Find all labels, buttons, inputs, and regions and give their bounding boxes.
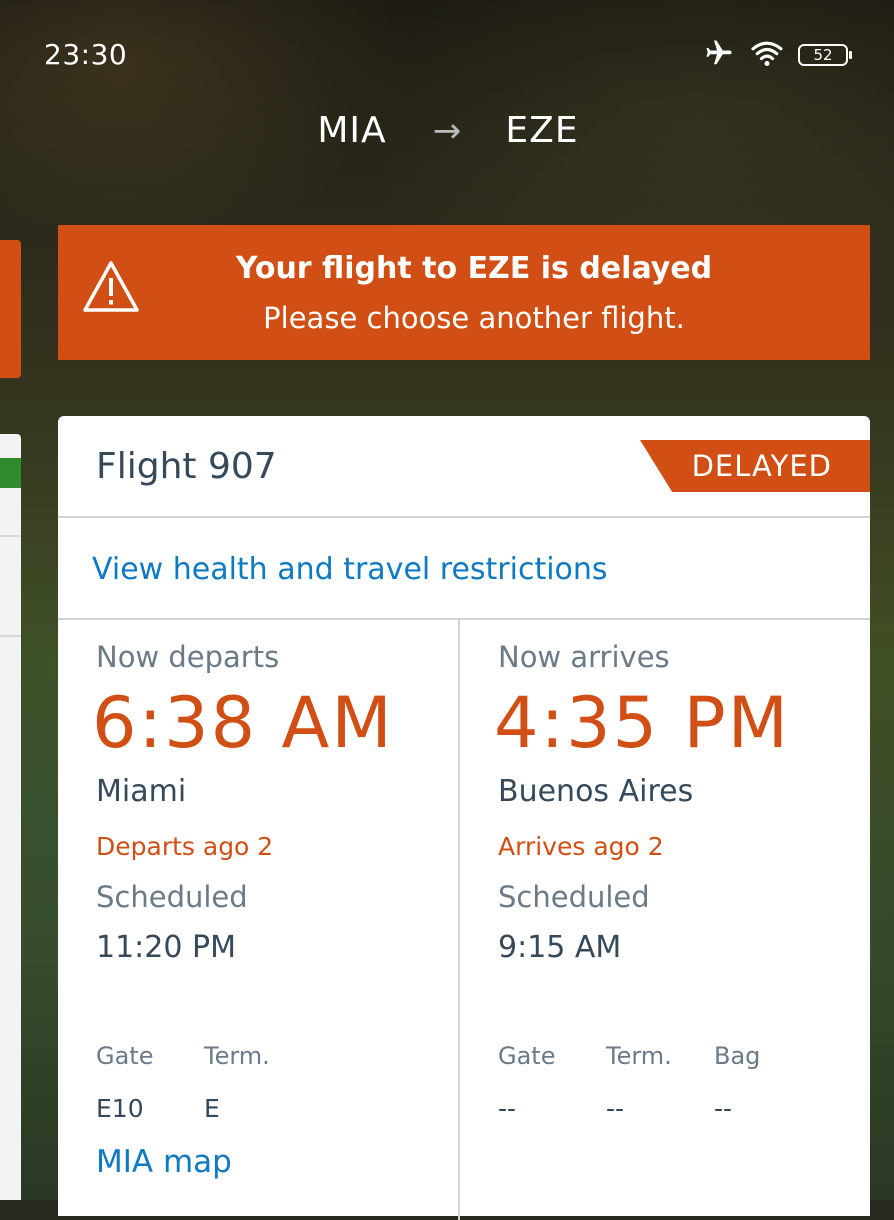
- departure-city: Miami: [96, 774, 187, 809]
- previous-banner-peek[interactable]: [0, 240, 21, 378]
- departure-gate-label: Gate: [96, 1042, 154, 1070]
- departure-term-label: Term.: [204, 1042, 270, 1070]
- departure-scheduled-label: Scheduled: [96, 880, 248, 914]
- destination-code: EZE: [505, 110, 579, 151]
- delay-banner[interactable]: Your flight to EZE is delayed Please cho…: [58, 225, 870, 360]
- battery-indicator: 52: [798, 44, 852, 66]
- status-bar: 23:30 52: [0, 0, 894, 110]
- departure-gate: E10: [96, 1094, 144, 1123]
- arrival-time: 4:35 PM: [494, 682, 791, 764]
- arrival-bag: --: [714, 1094, 733, 1123]
- arrival-term: --: [606, 1094, 625, 1123]
- arrival-gate-label: Gate: [498, 1042, 556, 1070]
- card-header: Flight 907 DELAYED: [58, 416, 870, 518]
- banner-message: Please choose another flight.: [263, 301, 685, 335]
- restrictions-row: View health and travel restrictions: [58, 518, 870, 620]
- banner-title: Your flight to EZE is delayed: [235, 251, 713, 286]
- divider: [0, 635, 21, 637]
- arrival-scheduled-label: Scheduled: [498, 880, 650, 914]
- previous-status-peek: [0, 458, 21, 488]
- arrival-column: Now arrives 4:35 PM Buenos Aires Arrives…: [460, 620, 860, 1220]
- arrival-scheduled-time: 9:15 AM: [498, 930, 622, 965]
- travel-restrictions-link[interactable]: View health and travel restrictions: [92, 552, 608, 587]
- departure-time: 6:38 AM: [92, 682, 394, 764]
- status-icons: 52: [702, 38, 852, 72]
- arrival-bag-label: Bag: [714, 1042, 761, 1070]
- origin-code: MIA: [317, 110, 387, 151]
- previous-card-peek[interactable]: [0, 434, 21, 1200]
- divider: [0, 535, 21, 537]
- departure-term: E: [204, 1094, 220, 1123]
- departure-column: Now departs 6:38 AM Miami Departs ago 2 …: [58, 620, 460, 1220]
- arrival-label: Now arrives: [498, 640, 670, 674]
- arrival-note: Arrives ago 2: [498, 832, 664, 861]
- flight-card: Flight 907 DELAYED View health and trave…: [58, 416, 870, 1220]
- arrival-term-label: Term.: [606, 1042, 672, 1070]
- route-header: MIA → EZE: [0, 110, 894, 151]
- departure-note: Departs ago 2: [96, 832, 274, 861]
- airplane-mode-icon: [702, 38, 736, 72]
- departure-label: Now departs: [96, 640, 280, 674]
- departure-scheduled-time: 11:20 PM: [96, 930, 236, 965]
- airport-map-link[interactable]: MIA map: [96, 1144, 232, 1180]
- status-badge: DELAYED: [640, 440, 870, 492]
- route-arrow-icon: →: [432, 110, 462, 151]
- arrival-gate: --: [498, 1094, 517, 1123]
- flight-number: Flight 907: [96, 446, 277, 487]
- wifi-icon: [750, 39, 784, 71]
- battery-level: 52: [813, 46, 833, 64]
- clock: 23:30: [44, 38, 128, 71]
- arrival-city: Buenos Aires: [498, 774, 694, 809]
